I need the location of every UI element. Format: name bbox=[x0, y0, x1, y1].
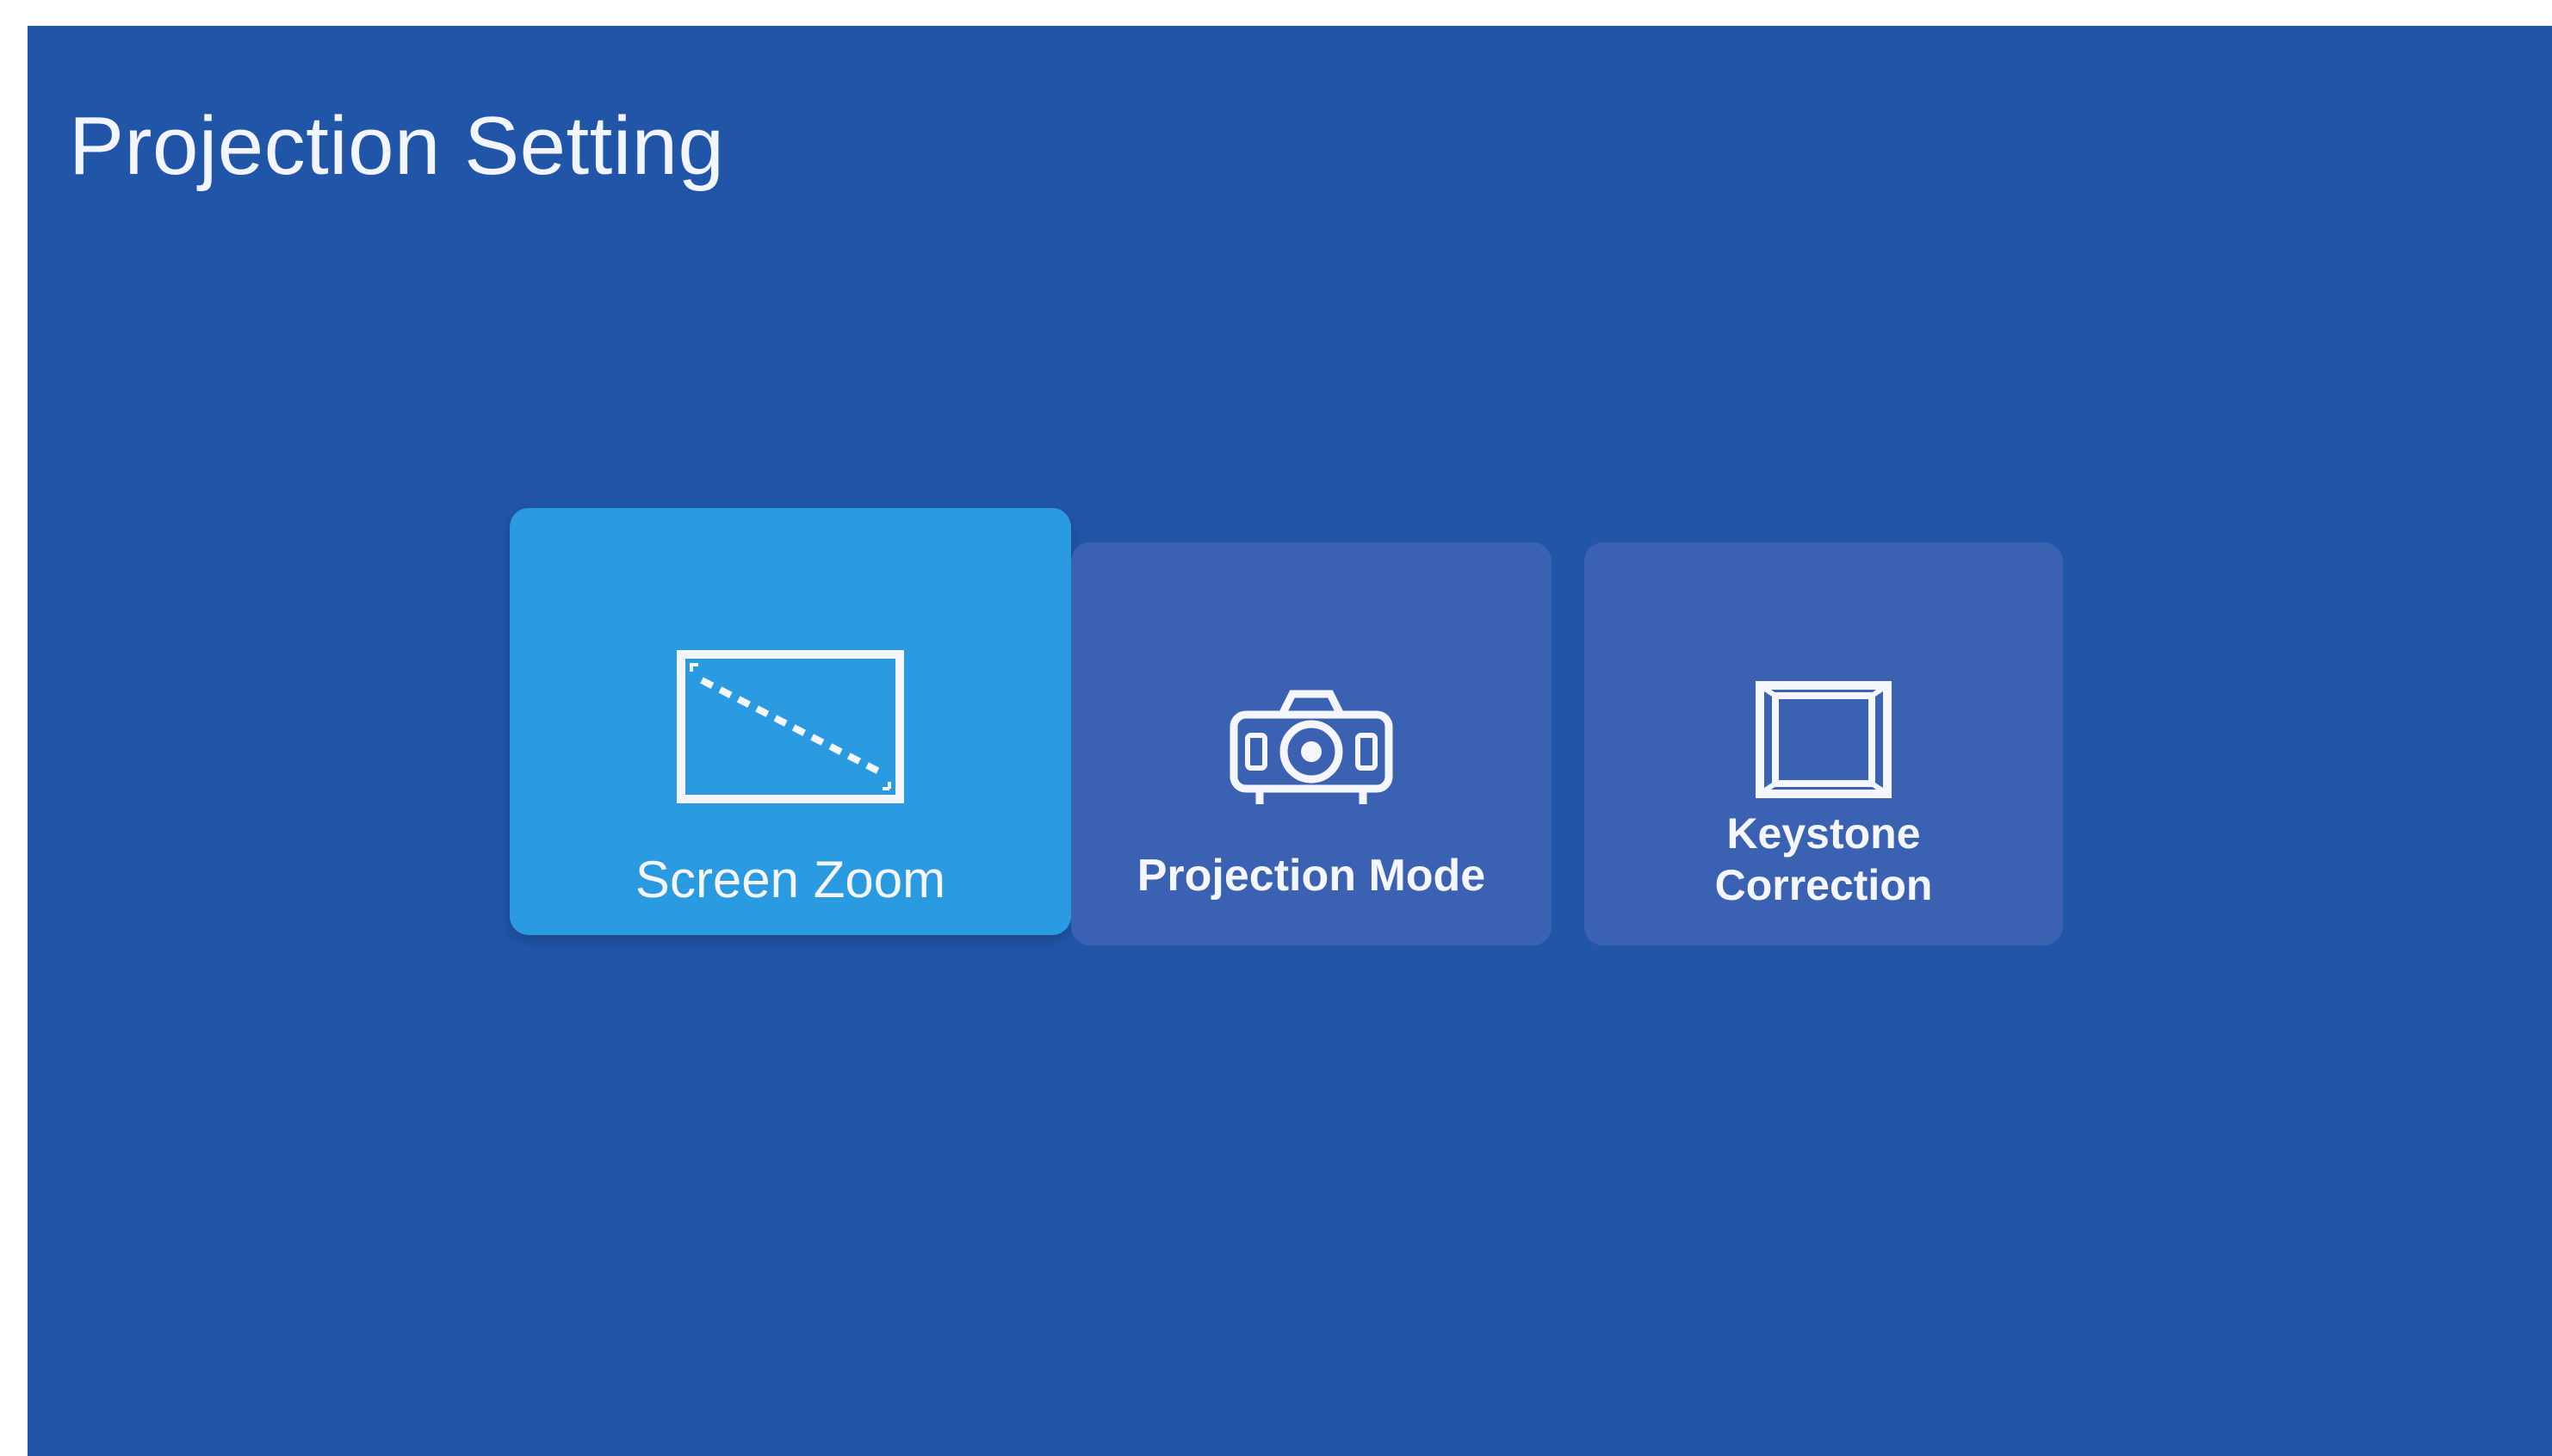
projector-icon bbox=[1225, 685, 1397, 811]
screen-zoom-label: Screen Zoom bbox=[635, 851, 946, 908]
keystone-correction-tile[interactable]: Keystone Correction bbox=[1584, 542, 2063, 945]
projection-setting-screen: Projection Setting Screen Zoom Projectio… bbox=[28, 26, 2552, 1456]
screen-zoom-tile[interactable]: Screen Zoom bbox=[510, 508, 1071, 935]
projection-mode-tile[interactable]: Projection Mode bbox=[1071, 542, 1552, 945]
keystone-icon bbox=[1755, 678, 1892, 801]
keystone-correction-label: Keystone Correction bbox=[1714, 809, 1933, 909]
menu-tiles: Screen Zoom Projection Mode Keystone Cor… bbox=[28, 26, 2552, 1456]
projection-mode-label: Projection Mode bbox=[1137, 851, 1486, 901]
screen-zoom-icon bbox=[676, 649, 905, 804]
